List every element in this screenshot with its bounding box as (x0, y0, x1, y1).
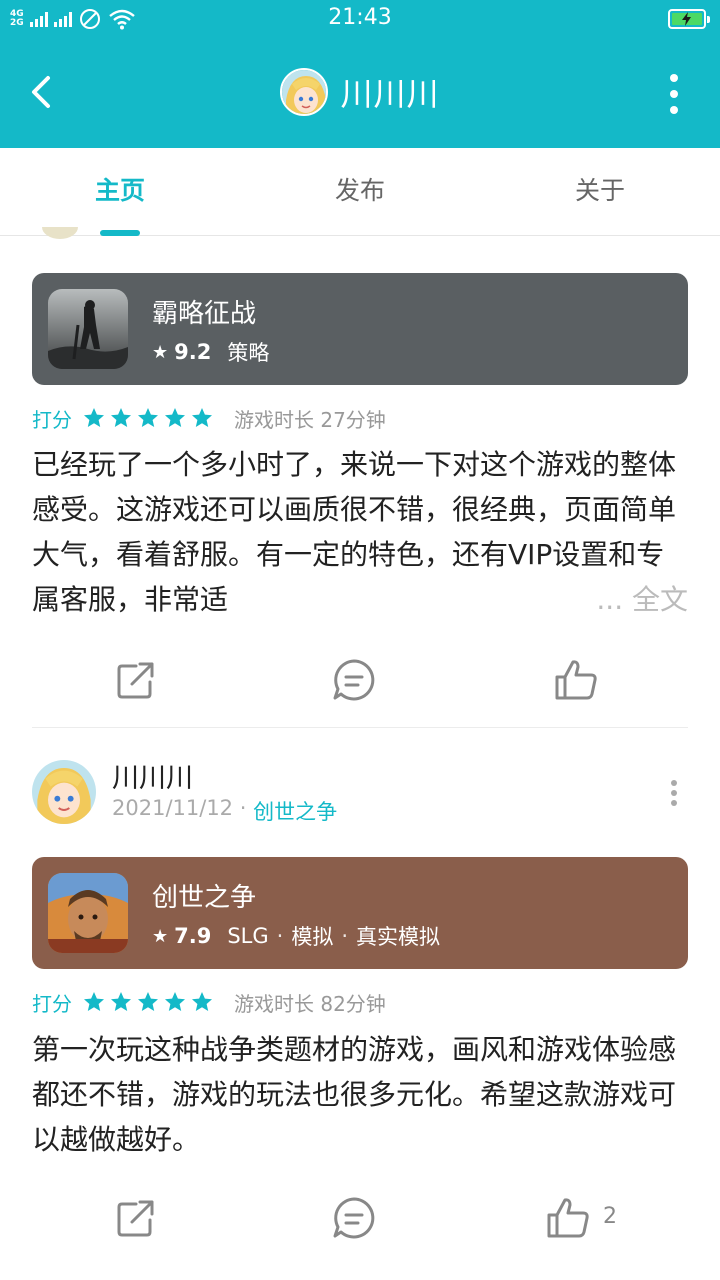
star-icon (84, 408, 104, 427)
thumbs-up-icon (555, 660, 597, 700)
share-button[interactable] (106, 650, 166, 710)
star-icon (192, 408, 212, 427)
like-count: 2 (603, 1204, 617, 1229)
star-icon (165, 992, 185, 1011)
avatar[interactable] (280, 68, 329, 116)
review-text: 第一次玩这种战争类题材的游戏，画风和游戏体验感都还不错，游戏的玩法也很多元化。希… (32, 1033, 677, 1156)
like-button[interactable] (538, 1188, 598, 1248)
game-meta: ★ 9.2 策略 (152, 337, 269, 367)
tab-home[interactable]: 主页 (0, 148, 240, 236)
author-name[interactable]: 川川川 (112, 756, 193, 795)
game-icon (48, 289, 128, 369)
tag-separator: · (341, 924, 349, 948)
game-meta: ★ 7.9 SLG · 模拟 · 真实模拟 (152, 921, 440, 951)
comment-icon (333, 1197, 375, 1239)
star-icon: ★ (152, 925, 169, 947)
game-tag: 策略 (227, 341, 270, 365)
game-tag: SLG (227, 924, 269, 948)
game-tag: 真实模拟 (356, 925, 441, 949)
star-icon (111, 992, 131, 1011)
more-menu-button[interactable] (668, 74, 680, 114)
profile-title: 川川川 (0, 64, 720, 120)
share-icon (117, 1200, 154, 1237)
page-title: 川川川 (340, 75, 440, 113)
meta-separator: · (233, 796, 254, 820)
game-tag: 模拟 (291, 925, 334, 949)
comment-icon (333, 659, 375, 701)
post-divider (32, 727, 688, 728)
star-icon (84, 992, 104, 1011)
game-name: 霸略征战 (152, 299, 257, 329)
star-rating (82, 406, 214, 430)
tab-about[interactable]: 关于 (480, 148, 720, 236)
game-icon (48, 873, 128, 953)
playtime: 游戏时长 27分钟 (234, 407, 386, 432)
post-more-button[interactable] (670, 780, 678, 806)
comment-button[interactable] (324, 650, 384, 710)
post-date: 2021/11/12 (112, 796, 234, 820)
scrolled-avatar-peek (40, 226, 80, 240)
tab-indicator (100, 230, 140, 236)
star-icon (138, 408, 158, 427)
game-name: 创世之争 (152, 883, 257, 913)
avatar[interactable] (32, 760, 96, 824)
star-icon (111, 408, 131, 427)
post-actions: 2 (0, 1188, 720, 1248)
thumbs-up-icon (547, 1198, 589, 1238)
star-icon (192, 992, 212, 1011)
post-meta: 2021/11/12 · 创世之争 (112, 796, 337, 826)
star-icon: ★ (152, 341, 169, 363)
tab-posts[interactable]: 发布 (240, 148, 480, 236)
tab-bar: 主页 发布 关于 (0, 148, 720, 236)
app-header: 4G 2G 21:43 川川川 (0, 0, 720, 148)
rating-label: 打分 (32, 407, 72, 432)
tag-separator: · (276, 924, 284, 948)
post-actions (0, 650, 720, 710)
game-card[interactable]: 霸略征战 ★ 9.2 策略 (32, 273, 688, 385)
game-score: 7.9 (174, 924, 212, 948)
share-icon (117, 662, 154, 699)
like-button[interactable] (546, 650, 606, 710)
rating-row: 打分 游戏时长 82分钟 (32, 987, 386, 1017)
read-more-link[interactable]: ... 全文 (590, 577, 688, 622)
game-score: 9.2 (174, 340, 212, 364)
status-bar: 4G 2G 21:43 (0, 0, 720, 38)
share-button[interactable] (106, 1188, 166, 1248)
star-icon (138, 992, 158, 1011)
battery-icon (668, 9, 710, 29)
playtime: 游戏时长 82分钟 (234, 991, 386, 1016)
game-card[interactable]: 创世之争 ★ 7.9 SLG · 模拟 · 真实模拟 (32, 857, 688, 969)
rating-label: 打分 (32, 991, 72, 1016)
game-link[interactable]: 创世之争 (253, 796, 337, 826)
clock: 21:43 (328, 5, 392, 30)
rating-row: 打分 游戏时长 27分钟 (32, 403, 386, 433)
star-icon (165, 408, 185, 427)
comment-button[interactable] (324, 1188, 384, 1248)
star-rating (82, 990, 214, 1014)
